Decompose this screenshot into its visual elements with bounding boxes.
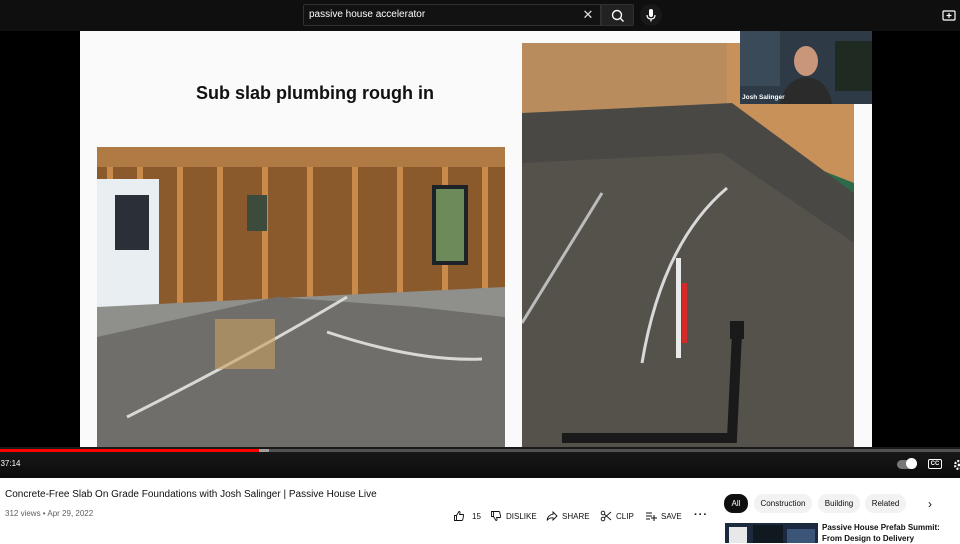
clear-search-icon[interactable]: ✕ (581, 7, 595, 23)
recommendation-thumbnail[interactable] (725, 523, 818, 543)
share-label: SHARE (562, 511, 590, 521)
chip-construction[interactable]: Construction (754, 494, 812, 513)
autoplay-toggle-knob (906, 458, 917, 469)
playlist-add-icon (646, 512, 657, 521)
video-meta: 312 views • Apr 29, 2022 (5, 509, 94, 518)
like-button[interactable]: 15 (453, 509, 481, 523)
slide-title: Sub slab plumbing rough in (196, 83, 434, 103)
chevron-right-icon[interactable]: › (928, 497, 940, 511)
recommendation-title[interactable]: Passive House Prefab Summit: From Design… (822, 522, 960, 544)
progress-bar[interactable] (0, 449, 960, 452)
microphone-icon (646, 9, 656, 22)
progress-buffer (259, 449, 269, 452)
like-count: 15 (472, 511, 481, 521)
search-query[interactable]: passive house accelerator (309, 9, 425, 20)
search-button[interactable] (601, 4, 634, 26)
presenter-name: Josh Salinger (742, 94, 785, 101)
time-display: / 37:14 (0, 459, 21, 468)
share-button[interactable]: SHARE (546, 509, 590, 523)
more-actions-icon[interactable]: ··· (694, 509, 708, 521)
create-video-button[interactable] (942, 8, 956, 22)
thumbs-up-icon (454, 511, 465, 521)
save-button[interactable]: SAVE (645, 509, 682, 523)
gravel-plumbing-photo (522, 43, 854, 452)
search-input[interactable]: passive house accelerator (303, 4, 601, 26)
chip-related[interactable]: Related (865, 494, 906, 513)
clip-button[interactable]: CLIP (600, 509, 634, 523)
framed-interior-photo (97, 147, 505, 452)
presenter-webcam: Josh Salinger (740, 31, 872, 104)
chip-all[interactable]: All (724, 494, 748, 513)
share-icon (546, 510, 558, 522)
chip-building[interactable]: Building (818, 494, 860, 513)
scissors-icon (600, 510, 612, 522)
video-player[interactable]: Sub slab plumbing rough in Josh Salinger (0, 31, 960, 478)
thumbs-down-icon (491, 511, 502, 521)
clip-label: CLIP (616, 511, 634, 521)
video-title: Concrete-Free Slab On Grade Foundations … (5, 489, 377, 500)
progress-played (0, 449, 260, 452)
dislike-button[interactable]: DISLIKE (490, 509, 537, 523)
dislike-label: DISLIKE (506, 511, 537, 521)
gear-icon (953, 459, 960, 471)
settings-button[interactable] (953, 458, 960, 471)
subtitles-button[interactable]: CC (928, 459, 942, 469)
create-video-icon (942, 10, 956, 21)
search-icon (611, 9, 624, 22)
voice-search-button[interactable] (640, 4, 662, 26)
save-label: SAVE (661, 511, 682, 521)
